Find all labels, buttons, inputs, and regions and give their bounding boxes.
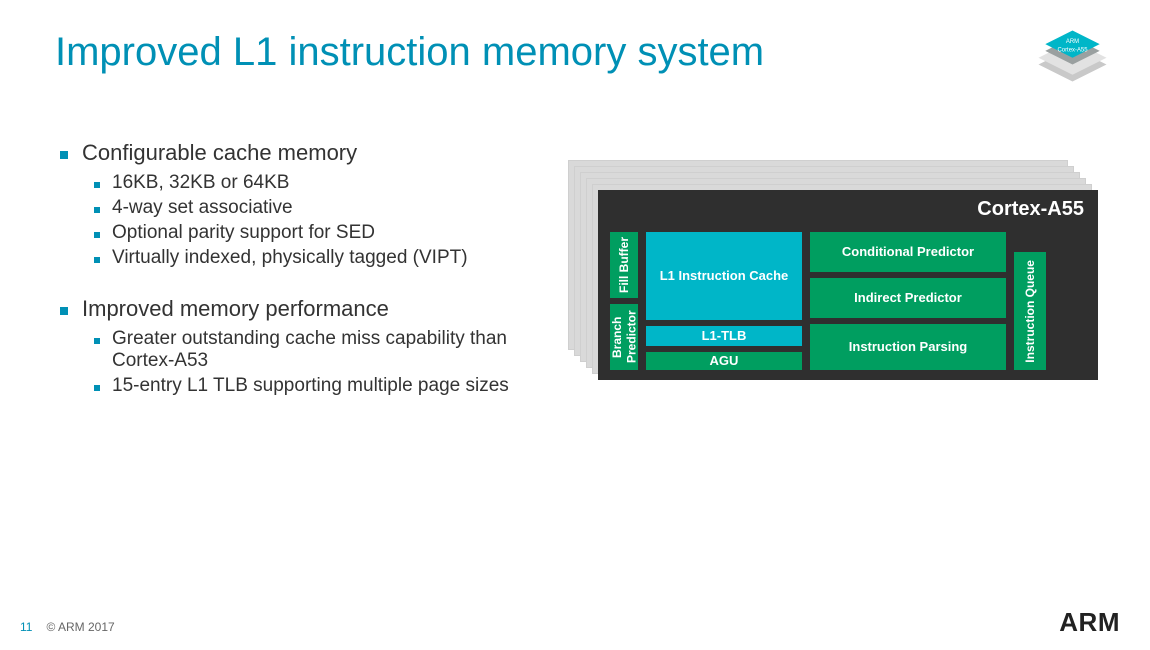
badge-text-line1: ARM (1066, 39, 1079, 45)
block-branch-predictor: Branch Predictor (608, 302, 640, 372)
bullet-text: Optional parity support for SED (112, 222, 375, 244)
bullet-l1: Configurable cache memory (60, 140, 540, 166)
block-instruction-parsing: Instruction Parsing (808, 322, 1008, 372)
block-agu: AGU (644, 350, 804, 372)
footer: 11 © ARM 2017 (20, 620, 115, 634)
bullet-text: Configurable cache memory (82, 140, 357, 166)
bullet-text: Improved memory performance (82, 296, 389, 322)
block-l1-icache: L1 Instruction Cache (644, 230, 804, 322)
bullet-text: 16KB, 32KB or 64KB (112, 172, 289, 194)
bullet-text: 4-way set associative (112, 197, 293, 219)
slide-title: Improved L1 instruction memory system (55, 30, 764, 75)
bullet-l2: Optional parity support for SED (94, 222, 540, 244)
page-number: 11 (20, 620, 32, 634)
architecture-diagram: Cortex-A55 Fill Buffer Branch Predictor … (568, 160, 1113, 390)
block-conditional-predictor: Conditional Predictor (808, 230, 1008, 274)
chip-badge-icon: ARM Cortex-A55 (1020, 5, 1125, 90)
cpu-slab: Cortex-A55 Fill Buffer Branch Predictor … (598, 190, 1098, 380)
bullet-text: Greater outstanding cache miss capabilit… (112, 328, 540, 372)
bullet-l2: Greater outstanding cache miss capabilit… (94, 328, 540, 372)
block-l1-tlb: L1-TLB (644, 324, 804, 348)
slab-title: Cortex-A55 (977, 198, 1084, 221)
copyright: © ARM 2017 (46, 620, 114, 634)
bullet-l2: 16KB, 32KB or 64KB (94, 172, 540, 194)
bullet-l2: 15-entry L1 TLB supporting multiple page… (94, 375, 540, 397)
block-indirect-predictor: Indirect Predictor (808, 276, 1008, 320)
bullet-text: Virtually indexed, physically tagged (VI… (112, 247, 468, 269)
bullet-l1: Improved memory performance (60, 296, 540, 322)
block-fill-buffer: Fill Buffer (608, 230, 640, 300)
bullet-l2: Virtually indexed, physically tagged (VI… (94, 247, 540, 269)
arm-logo: ARM (1059, 607, 1120, 638)
bullet-text: 15-entry L1 TLB supporting multiple page… (112, 375, 509, 397)
bullet-l2: 4-way set associative (94, 197, 540, 219)
block-instruction-queue: Instruction Queue (1012, 250, 1048, 372)
bullet-content: Configurable cache memory 16KB, 32KB or … (60, 140, 540, 400)
badge-text-line2: Cortex-A55 (1057, 48, 1088, 54)
